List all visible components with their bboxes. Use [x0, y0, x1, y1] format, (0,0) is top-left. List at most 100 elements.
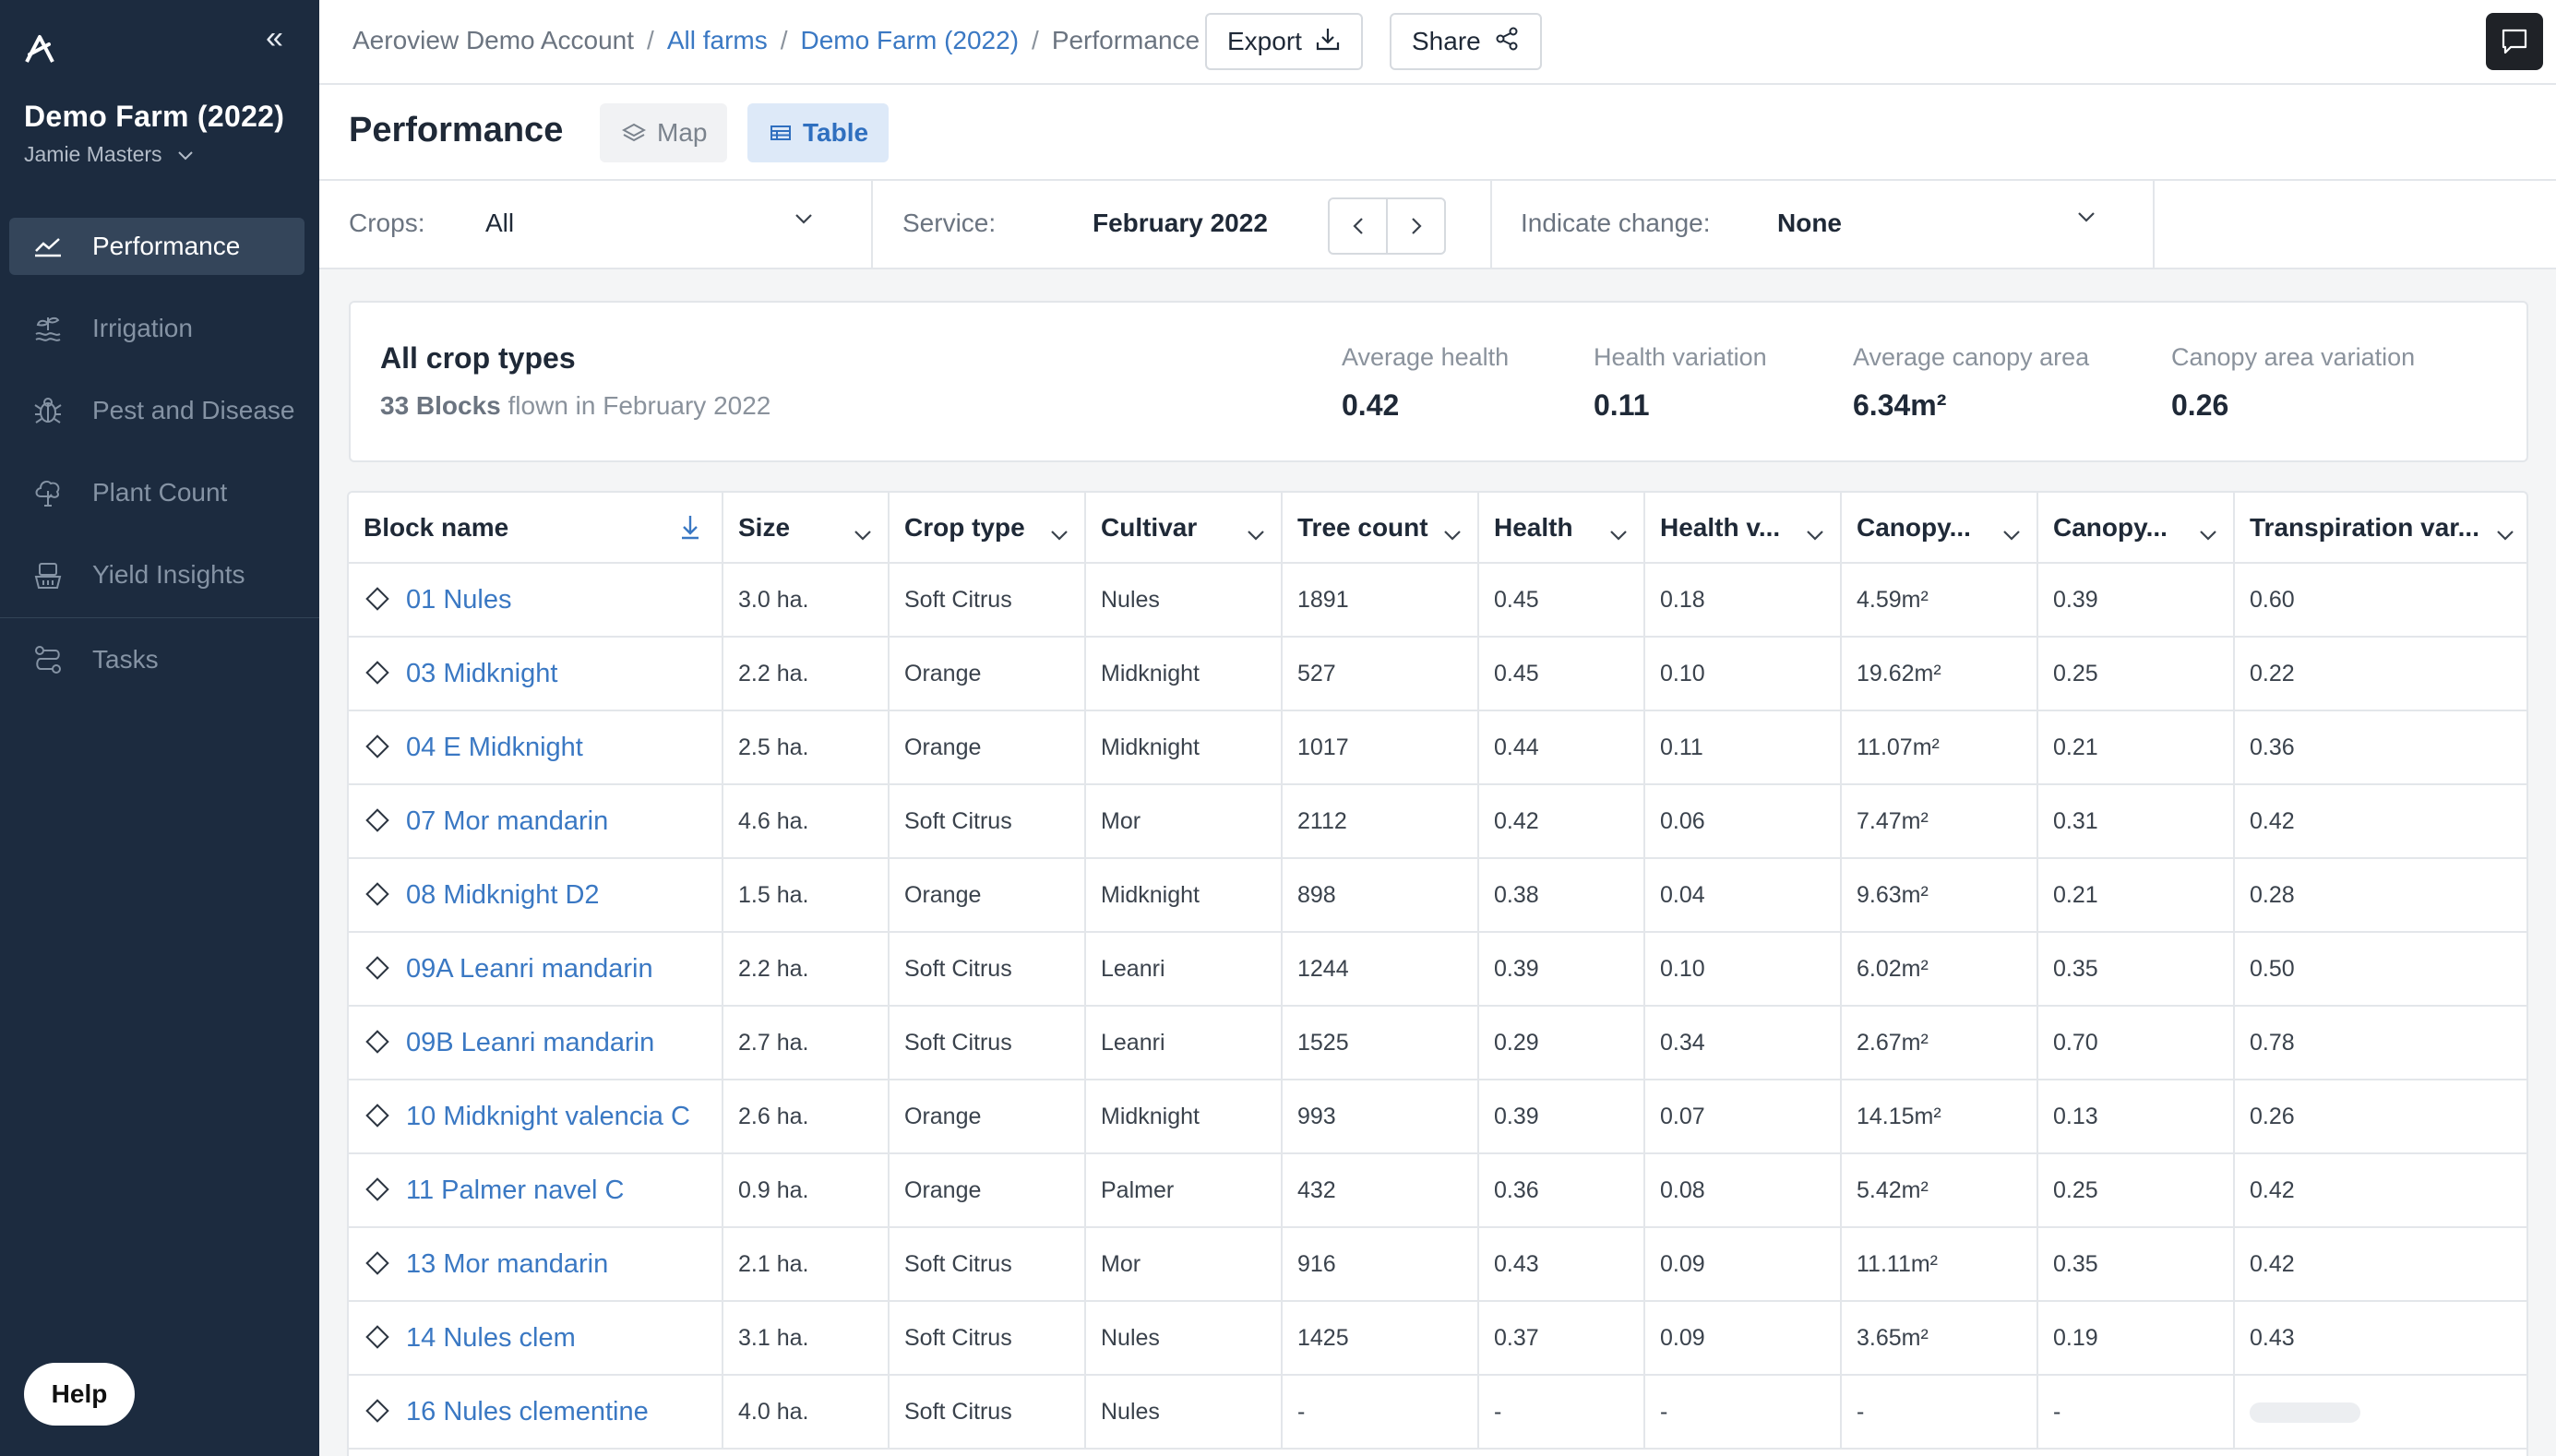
cell-block-name[interactable]: 11 Palmer navel C — [349, 1153, 723, 1228]
help-button[interactable]: Help — [24, 1363, 135, 1426]
collapse-sidebar-icon[interactable]: « — [266, 22, 283, 54]
table-row[interactable]: 03 Midknight 2.2 ha. Orange Midknight 527 0.4… — [349, 637, 2526, 711]
chevron-down-icon[interactable] — [2198, 519, 2218, 548]
sidebar-item-pest-and-disease[interactable]: Pest and Disease — [9, 382, 305, 439]
cell-block-name[interactable]: 08 Midknight D2 — [349, 858, 723, 933]
chevron-down-icon[interactable] — [1246, 519, 1266, 548]
column-header-size[interactable]: Size — [723, 493, 890, 564]
chevron-down-icon[interactable] — [2495, 519, 2515, 548]
table-row[interactable]: 09B Leanri mandarin 2.7 ha. Soft Citrus Lea… — [349, 1006, 2526, 1080]
chevron-down-icon[interactable] — [1049, 519, 1069, 548]
table-row[interactable]: 01 Nules 3.0 ha. Soft Citrus Nules 1891 0.45 0… — [349, 563, 2526, 638]
cell-health: 0.45 — [1478, 637, 1645, 711]
user-menu[interactable]: Jamie Masters — [24, 142, 194, 167]
sort-descending-icon[interactable] — [679, 513, 701, 547]
column-header-health-variation[interactable]: Health v... — [1644, 493, 1842, 564]
column-header-crop-type[interactable]: Crop type — [889, 493, 1086, 564]
breadcrumb-separator: / — [1032, 26, 1039, 54]
cell-block-name[interactable]: 04 E Midknight — [349, 710, 723, 785]
aeroview-logo-icon[interactable] — [24, 33, 55, 65]
table-row[interactable]: 14 Nules clem 3.1 ha. Soft Citrus Nules 1425… — [349, 1301, 2526, 1376]
block-name-link[interactable]: 10 Midknight valencia C — [406, 1102, 690, 1131]
page-header: Performance Map Table — [319, 85, 2556, 181]
block-name-link[interactable]: 01 Nules — [406, 585, 511, 615]
cell-cultivar: Palmer — [1085, 1153, 1283, 1228]
cell-block-name[interactable]: 13 Mor mandarin — [349, 1227, 723, 1302]
table-row[interactable]: 04 E Midknight 2.5 ha. Orange Midknight 1017… — [349, 710, 2526, 785]
sidebar-item-yield-insights[interactable]: Yield Insights — [9, 546, 305, 603]
cell-health: 0.39 — [1478, 932, 1645, 1007]
export-button[interactable]: Export — [1205, 13, 1363, 70]
indicate-change-label: Indicate change: — [1521, 209, 1711, 237]
crops-dropdown[interactable]: All — [476, 181, 819, 268]
cell-block-name[interactable]: 03 Midknight — [349, 637, 723, 711]
cell-transpiration-variation: 0.50 — [2234, 932, 2526, 1007]
cell-block-name[interactable]: 09B Leanri mandarin — [349, 1006, 723, 1080]
chat-button[interactable] — [2486, 13, 2543, 70]
block-name-link[interactable]: 03 Midknight — [406, 659, 557, 688]
breadcrumb-all-farms[interactable]: All farms — [667, 26, 768, 54]
share-button[interactable]: Share — [1390, 13, 1542, 70]
diamond-icon — [365, 808, 389, 833]
sidebar-item-label: Irrigation — [92, 314, 193, 342]
block-name-link[interactable]: 04 E Midknight — [406, 733, 583, 762]
blocks-table-container[interactable]: Block name Size Crop type Cultivar Tree coun… — [347, 491, 2528, 1456]
filter-divider — [1490, 181, 1492, 268]
sidebar-item-performance[interactable]: Performance — [9, 218, 305, 275]
column-header-canopy-area-variation[interactable]: Canopy... — [2037, 493, 2235, 564]
table-row[interactable]: 11 Palmer navel C 0.9 ha. Orange Palmer 432 0… — [349, 1153, 2526, 1228]
block-name-link[interactable]: 13 Mor mandarin — [406, 1249, 608, 1279]
chevron-down-icon[interactable] — [1805, 519, 1825, 548]
tab-table[interactable]: Table — [747, 103, 890, 162]
table-row[interactable]: 13 Mor mandarin 2.1 ha. Soft Citrus Mor 916 0… — [349, 1227, 2526, 1302]
sidebar-item-tasks[interactable]: Tasks — [9, 631, 305, 688]
cell-block-name[interactable]: 14 Nules clem — [349, 1301, 723, 1376]
chevron-down-icon[interactable] — [1442, 519, 1463, 548]
column-header-health[interactable]: Health — [1478, 493, 1645, 564]
column-header-transpiration-variation[interactable]: Transpiration var... — [2234, 493, 2526, 564]
table-row[interactable]: 10 Midknight valencia C 2.6 ha. Orange Midk… — [349, 1080, 2526, 1154]
blocks-suffix: flown in February 2022 — [508, 391, 771, 420]
chevron-down-icon[interactable] — [2001, 519, 2022, 548]
cell-block-name[interactable]: 07 Mor mandarin — [349, 784, 723, 859]
block-name-link[interactable]: 07 Mor mandarin — [406, 806, 608, 836]
column-header-block-name[interactable]: Block name — [349, 493, 723, 564]
download-icon — [1315, 26, 1341, 58]
block-name-link[interactable]: 14 Nules clem — [406, 1323, 576, 1353]
column-header-cultivar[interactable]: Cultivar — [1085, 493, 1283, 564]
user-name: Jamie Masters — [24, 142, 162, 166]
chevron-down-icon[interactable] — [853, 519, 873, 548]
cell-block-name[interactable]: 01 Nules — [349, 563, 723, 638]
basket-icon — [31, 558, 65, 591]
sidebar-item-plant-count[interactable]: Plant Count — [9, 464, 305, 521]
sidebar-item-label: Pest and Disease — [92, 396, 295, 424]
block-name-link[interactable]: 16 Nules clementine — [406, 1397, 649, 1426]
block-name-link[interactable]: 09A Leanri mandarin — [406, 954, 653, 984]
bug-icon — [31, 394, 65, 427]
table-row[interactable]: 08 Midknight D2 1.5 ha. Orange Midknight 898… — [349, 858, 2526, 933]
sidebar-item-irrigation[interactable]: Irrigation — [9, 300, 305, 357]
diamond-icon — [365, 1104, 389, 1128]
cell-canopy-area-variation: 0.13 — [2037, 1080, 2235, 1154]
breadcrumb-farm[interactable]: Demo Farm (2022) — [801, 26, 1020, 54]
tab-map[interactable]: Map — [600, 103, 728, 162]
table-row[interactable]: 09A Leanri mandarin 2.2 ha. Soft Citrus Lea… — [349, 932, 2526, 1007]
service-pager — [1328, 197, 1446, 255]
cell-tree-count: 916 — [1282, 1227, 1479, 1302]
previous-service-button[interactable] — [1330, 199, 1386, 253]
indicate-change-dropdown[interactable]: None — [1777, 181, 2423, 268]
table-row[interactable]: 07 Mor mandarin 4.6 ha. Soft Citrus Mor 2112… — [349, 784, 2526, 859]
column-header-tree-count[interactable]: Tree count — [1282, 493, 1479, 564]
block-name-link[interactable]: 09B Leanri mandarin — [406, 1028, 654, 1057]
cell-block-name[interactable]: 10 Midknight valencia C — [349, 1080, 723, 1154]
next-service-button[interactable] — [1386, 199, 1444, 253]
column-header-label: Crop type — [904, 512, 1025, 542]
cell-block-name[interactable]: 09A Leanri mandarin — [349, 932, 723, 1007]
block-name-link[interactable]: 11 Palmer navel C — [406, 1176, 624, 1205]
chevron-down-icon[interactable] — [1608, 519, 1629, 548]
cell-canopy-area-variation: 0.25 — [2037, 637, 2235, 711]
block-name-link[interactable]: 08 Midknight D2 — [406, 880, 600, 910]
cell-block-name[interactable]: 16 Nules clementine — [349, 1375, 723, 1450]
column-header-canopy-area[interactable]: Canopy... — [1841, 493, 2038, 564]
table-row[interactable]: 16 Nules clementine 4.0 ha. Soft Citrus Nul… — [349, 1375, 2526, 1450]
